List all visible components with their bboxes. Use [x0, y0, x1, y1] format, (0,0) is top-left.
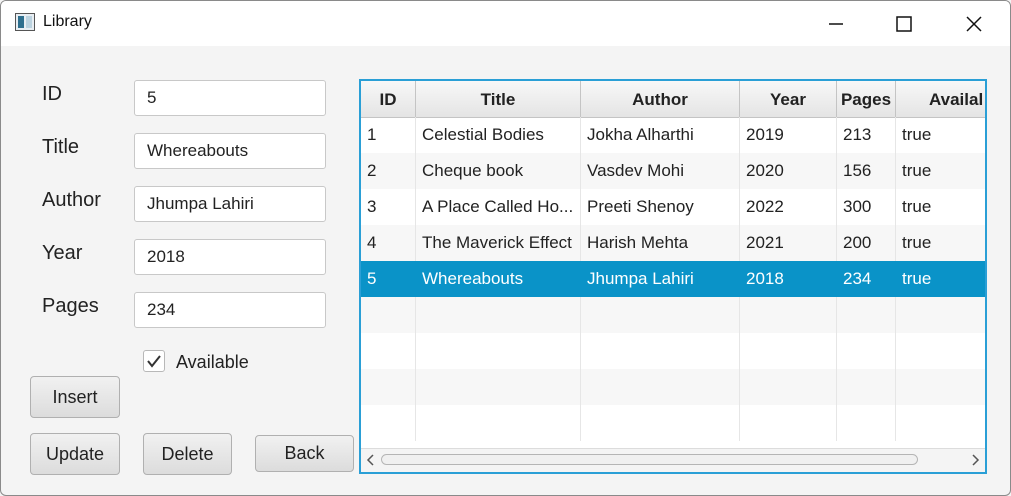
table-body: 1 Celestial Bodies Jokha Alharthi 2019 2… — [361, 117, 985, 442]
scrollbar-thumb[interactable] — [381, 454, 918, 465]
chevron-left-icon — [366, 454, 374, 466]
cell-available: true — [902, 125, 932, 144]
column-header-available[interactable]: Availal — [896, 81, 985, 117]
cell-author: Jokha Alharthi — [581, 117, 740, 153]
horizontal-scrollbar[interactable] — [361, 448, 985, 472]
close-icon — [966, 16, 982, 32]
minimize-button[interactable] — [801, 1, 871, 46]
cell-pages: 213 — [837, 117, 896, 153]
cell-pages: 156 — [837, 153, 896, 189]
table-row[interactable]: 1 Celestial Bodies Jokha Alharthi 2019 2… — [361, 117, 985, 153]
empty-row — [361, 405, 985, 441]
cell-available: true — [902, 161, 932, 180]
maximize-icon — [896, 16, 912, 32]
empty-row — [361, 297, 985, 333]
column-header-id[interactable]: ID — [361, 81, 416, 117]
cell-year: 2021 — [740, 225, 837, 261]
scroll-right-arrow[interactable] — [967, 449, 983, 471]
cell-author: Vasdev Mohi — [581, 153, 740, 189]
table-header: ID Title Author Year Pages Availal — [361, 81, 985, 118]
cell-id: 2 — [361, 153, 416, 189]
table-row-selected[interactable]: 5 Whereabouts Jhumpa Lahiri 2018 234 tru… — [361, 261, 985, 297]
cell-pages: 300 — [837, 189, 896, 225]
column-header-author[interactable]: Author — [581, 81, 740, 117]
cell-year: 2019 — [740, 117, 837, 153]
author-field[interactable]: Jhumpa Lahiri — [134, 186, 326, 222]
cell-available: true — [902, 269, 932, 288]
app-icon — [15, 13, 35, 31]
cell-available: true — [902, 233, 932, 252]
update-button[interactable]: Update — [30, 433, 120, 475]
empty-row — [361, 333, 985, 369]
library-window: Library ID Title Author Year Pages 5 Whe… — [0, 0, 1011, 496]
column-header-year[interactable]: Year — [740, 81, 837, 117]
title-label: Title — [42, 136, 80, 158]
column-header-pages[interactable]: Pages — [837, 81, 896, 117]
author-label: Author — [42, 189, 101, 211]
pages-label: Pages — [42, 295, 99, 317]
scroll-left-arrow[interactable] — [363, 449, 379, 471]
year-label: Year — [42, 242, 83, 264]
cell-year: 2020 — [740, 153, 837, 189]
cell-title: A Place Called Ho... — [416, 189, 581, 225]
year-field[interactable]: 2018 — [134, 239, 326, 275]
table-row[interactable]: 2 Cheque book Vasdev Mohi 2020 156 true — [361, 153, 985, 189]
cell-title: Whereabouts — [416, 261, 581, 297]
insert-button[interactable]: Insert — [30, 376, 120, 418]
delete-button[interactable]: Delete — [143, 433, 232, 475]
cell-available: true — [902, 197, 932, 216]
cell-id: 5 — [361, 261, 416, 297]
pages-field[interactable]: 234 — [134, 292, 326, 328]
cell-id: 1 — [361, 117, 416, 153]
available-checkbox[interactable] — [143, 350, 165, 372]
table-row[interactable]: 3 A Place Called Ho... Preeti Shenoy 202… — [361, 189, 985, 225]
chevron-right-icon — [972, 454, 980, 466]
cell-pages: 234 — [837, 261, 896, 297]
maximize-button[interactable] — [869, 1, 939, 46]
cell-id: 3 — [361, 189, 416, 225]
checkmark-icon — [147, 355, 161, 368]
cell-title: Celestial Bodies — [416, 117, 581, 153]
empty-row — [361, 369, 985, 405]
window-title: Library — [43, 13, 92, 30]
close-button[interactable] — [939, 1, 1009, 46]
cell-author: Preeti Shenoy — [581, 189, 740, 225]
cell-author: Harish Mehta — [581, 225, 740, 261]
column-header-title[interactable]: Title — [416, 81, 581, 117]
id-label: ID — [42, 83, 62, 105]
cell-title: Cheque book — [416, 153, 581, 189]
table-row[interactable]: 4 The Maverick Effect Harish Mehta 2021 … — [361, 225, 985, 261]
title-bar: Library — [1, 1, 1010, 46]
cell-id: 4 — [361, 225, 416, 261]
cell-year: 2018 — [740, 261, 837, 297]
back-button[interactable]: Back — [255, 435, 354, 472]
books-table[interactable]: ID Title Author Year Pages Availal 1 Cel… — [359, 79, 987, 474]
cell-author: Jhumpa Lahiri — [581, 261, 740, 297]
cell-title: The Maverick Effect — [416, 225, 581, 261]
available-label[interactable]: Available — [176, 352, 249, 373]
cell-year: 2022 — [740, 189, 837, 225]
cell-pages: 200 — [837, 225, 896, 261]
id-field[interactable]: 5 — [134, 80, 326, 116]
title-field[interactable]: Whereabouts — [134, 133, 326, 169]
minimize-icon — [829, 23, 843, 25]
